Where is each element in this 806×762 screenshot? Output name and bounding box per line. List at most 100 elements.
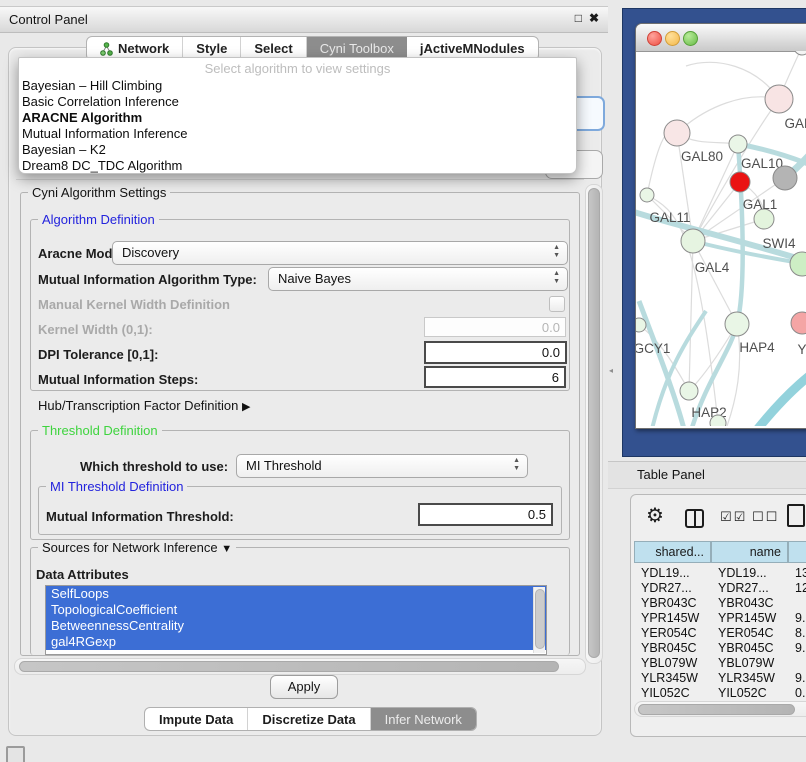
algorithm-option-aracne-algorithm[interactable]: ARACNE Algorithm — [22, 110, 142, 125]
node-label: GCY1 — [636, 341, 670, 356]
algorithm-option-dream8-dc-tdc-algorithm[interactable]: Dream8 DC_TDC Algorithm — [22, 158, 182, 173]
expanded-arrow-icon: ▼ — [221, 543, 232, 555]
table-cell: YER054C — [718, 626, 774, 641]
network-node-gal11[interactable] — [640, 188, 654, 202]
panel-resize-handle[interactable]: ◂ — [609, 366, 613, 375]
table-cell: YDL19... — [641, 566, 690, 581]
which-threshold-select[interactable]: MI Threshold ▲▼ — [236, 454, 528, 478]
network-window-titlebar — [636, 24, 806, 52]
tab-label: Network — [118, 41, 169, 56]
attribute-item-selfloops[interactable]: SelfLoops — [46, 586, 546, 602]
divider — [16, 179, 584, 180]
close-button[interactable] — [647, 31, 662, 46]
aracne-mode-value: Discovery — [122, 245, 179, 260]
node-label: GAL80 — [681, 149, 723, 164]
vertical-scrollbar[interactable] — [585, 184, 603, 664]
close-icon[interactable]: ✖ — [589, 11, 599, 25]
table-horizontal-scrollbar[interactable] — [634, 701, 806, 717]
gear-icon[interactable]: ⚙ — [646, 506, 664, 526]
tab-discretize-data[interactable]: Discretize Data — [248, 708, 370, 730]
kernel-width-input — [424, 317, 566, 337]
algorithm-option-mutual-information-inference[interactable]: Mutual Information Inference — [22, 126, 187, 141]
network-node-y[interactable] — [791, 312, 806, 334]
document-icon[interactable] — [787, 504, 805, 527]
manual-kernel-checkbox[interactable] — [549, 296, 565, 312]
hub-definition-toggle[interactable]: Hub/Transcription Factor Definition ▶ — [38, 398, 250, 413]
manual-kernel-label: Manual Kernel Width Definition — [38, 297, 230, 312]
algorithm-option-bayesian-k2[interactable]: Bayesian – K2 — [22, 142, 106, 157]
table-cell: YBR043C — [641, 596, 697, 611]
tab-label: Select — [254, 41, 292, 56]
node-label: HAP4 — [739, 340, 775, 355]
table-panel-title: Table Panel — [637, 467, 705, 482]
attribute-item-betweennesscentrality[interactable]: BetweennessCentrality — [46, 618, 546, 634]
columns-icon[interactable] — [685, 509, 704, 528]
algorithm-option-bayesian-hill-climbing[interactable]: Bayesian – Hill Climbing — [22, 78, 162, 93]
table-cell: YIL052C — [718, 686, 767, 701]
table-cell: YLR345W — [718, 671, 775, 686]
network-node-gcy1[interactable] — [636, 318, 646, 332]
minimize-button[interactable] — [665, 31, 680, 46]
network-node-hap2[interactable] — [680, 382, 698, 400]
node-label: Y — [797, 342, 806, 357]
sources-title: Sources for Network Inference — [42, 540, 218, 555]
checked-boxes-icon[interactable]: ☑☑ — [720, 510, 747, 525]
sources-toggle[interactable]: Sources for Network Inference ▼ — [38, 540, 236, 555]
spinner-arrows-icon: ▲▼ — [513, 457, 520, 473]
network-node[interactable] — [710, 415, 726, 426]
network-node-gal10[interactable] — [729, 135, 747, 153]
table-cell: YPR145W — [641, 611, 699, 626]
network-canvas[interactable]: GALGAL80GAL10GAL1GAL11GAL4SWI4GCY1HAP4YH… — [636, 51, 806, 426]
unchecked-boxes-icon[interactable]: ☐☐ — [752, 510, 779, 525]
collapsed-arrow-icon: ▶ — [242, 401, 250, 413]
network-node-gal1[interactable] — [754, 209, 774, 229]
algorithm-option-basic-correlation-inference[interactable]: Basic Correlation Inference — [22, 94, 179, 109]
mi-steps-input[interactable] — [424, 366, 566, 388]
float-window-icon[interactable]: □ — [575, 11, 582, 25]
node-label: GAL1 — [743, 197, 778, 212]
column-header-a[interactable]: A — [788, 541, 806, 563]
apply-button[interactable]: Apply — [270, 675, 338, 699]
tab-label: jActiveMNodules — [420, 41, 525, 56]
mi-type-value: Naive Bayes — [278, 271, 351, 286]
tab-impute-data[interactable]: Impute Data — [145, 708, 248, 730]
spinner-arrows-icon: ▲▼ — [553, 244, 560, 260]
network-node[interactable] — [730, 172, 750, 192]
table-cell: YDR27... — [641, 581, 692, 596]
spinner-arrows-icon: ▲▼ — [553, 270, 560, 286]
mi-type-select[interactable]: Naive Bayes ▲▼ — [268, 267, 568, 291]
kernel-width-label: Kernel Width (0,1): — [38, 322, 153, 337]
dpi-tolerance-input[interactable] — [424, 341, 567, 364]
aracne-mode-select[interactable]: Discovery ▲▼ — [112, 241, 568, 265]
mi-type-label: Mutual Information Algorithm Type: — [38, 272, 257, 287]
table-cell: YLR345W — [641, 671, 698, 686]
collapsed-panel-icon[interactable] — [6, 746, 25, 762]
list-scrollbar[interactable] — [533, 587, 545, 653]
group-title: Cyni Algorithm Settings — [28, 185, 170, 200]
mi-threshold-label: Mutual Information Threshold: — [46, 509, 234, 524]
network-node-gal[interactable] — [765, 85, 793, 113]
data-attributes-label: Data Attributes — [36, 567, 129, 582]
table-cell: YBR045C — [641, 641, 697, 656]
network-node[interactable] — [794, 51, 806, 55]
network-node-hap4[interactable] — [725, 312, 749, 336]
node-label: GAL — [784, 116, 806, 131]
horizontal-scrollbar[interactable] — [14, 658, 586, 675]
network-node-gal4[interactable] — [681, 229, 705, 253]
network-node[interactable] — [773, 166, 797, 190]
table-cell: 13 — [795, 566, 806, 581]
dropdown-placeholder: Select algorithm to view settings — [19, 61, 576, 76]
column-header-name[interactable]: name — [711, 541, 788, 563]
tab-infer-network[interactable]: Infer Network — [371, 708, 476, 730]
column-header-shared-[interactable]: shared... — [634, 541, 711, 563]
data-attributes-list[interactable]: SelfLoopsTopologicalCoefficientBetweenne… — [45, 585, 547, 655]
zoom-button[interactable] — [683, 31, 698, 46]
network-view-frame: GALGAL80GAL10GAL1GAL11GAL4SWI4GCY1HAP4YH… — [622, 8, 806, 457]
network-window[interactable]: GALGAL80GAL10GAL1GAL11GAL4SWI4GCY1HAP4YH… — [635, 23, 806, 429]
attribute-item-topologicalcoefficient[interactable]: TopologicalCoefficient — [46, 602, 546, 618]
attribute-item-gal4rgexp[interactable]: gal4RGexp — [46, 634, 546, 650]
mi-threshold-input[interactable] — [418, 503, 553, 526]
screen: Control Panel □ ✖ NetworkStyleSelectCyni… — [0, 0, 806, 762]
network-node-gal80[interactable] — [664, 120, 690, 146]
which-threshold-label: Which threshold to use: — [80, 459, 228, 474]
